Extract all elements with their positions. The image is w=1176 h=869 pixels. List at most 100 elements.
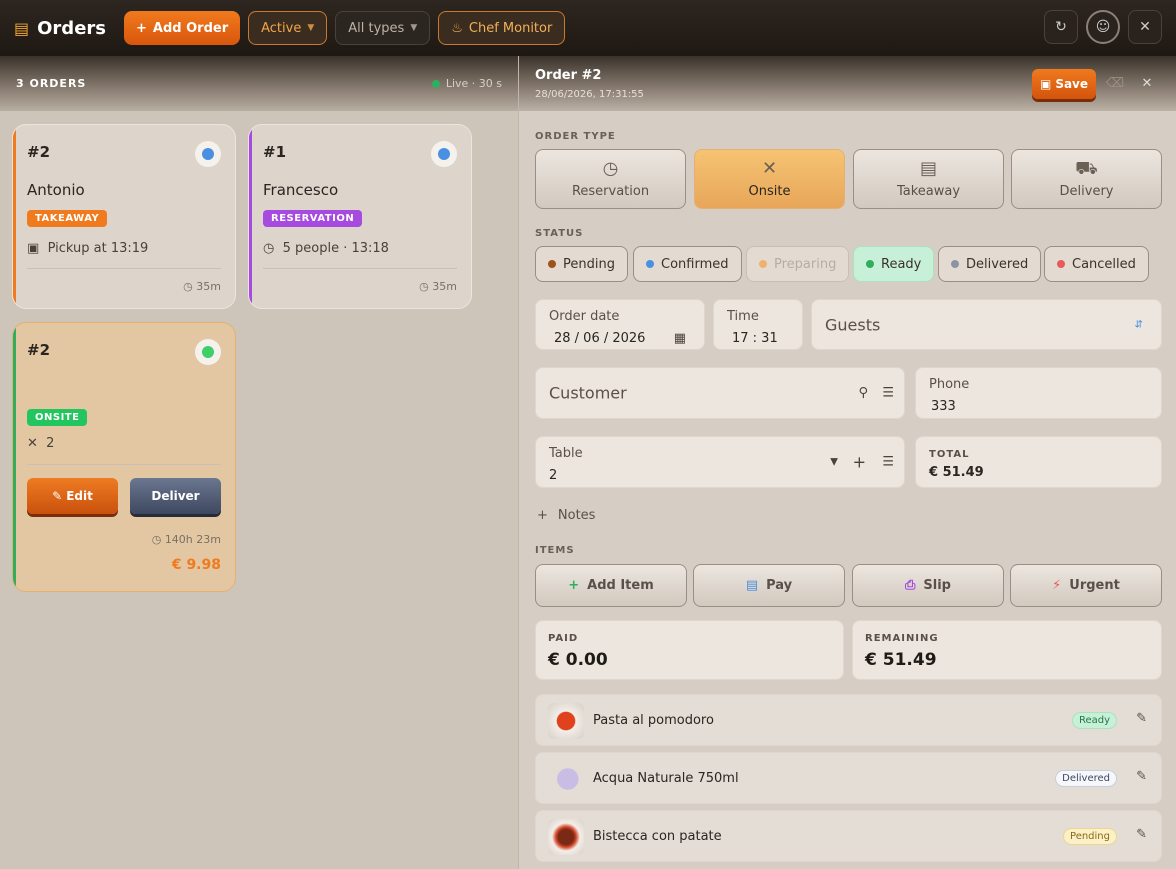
slip-button[interactable]: ⎙ Slip — [852, 564, 1004, 607]
type-reservation[interactable]: ◷ Reservation — [535, 149, 686, 209]
lightning-icon: ⚡ — [1052, 578, 1062, 593]
bag-icon: ▣ — [27, 241, 40, 256]
status-dot — [866, 260, 874, 268]
elapsed-time-text: 35m — [432, 280, 457, 293]
order-title: Order #2 — [535, 68, 602, 83]
customer-field[interactable]: Customer ⚲ ☰ — [535, 367, 905, 419]
type-filter-label: All types — [348, 20, 405, 36]
refresh-icon[interactable]: ↻ — [1044, 10, 1078, 44]
type-label: Takeaway — [896, 183, 961, 199]
status-indicator — [195, 339, 221, 365]
elapsed-time: ◷ 35m — [419, 280, 457, 293]
order-datetime: 28/06/2026, 17:31:55 — [535, 89, 644, 100]
type-badge: TAKEAWAY — [27, 210, 108, 227]
chevron-down-icon: ▼ — [410, 23, 418, 33]
updown-icon: ⇵ — [1134, 319, 1143, 330]
utensils-icon: ✕ — [761, 157, 778, 179]
calendar-clock-icon: ◷ — [602, 157, 619, 179]
status-label: Ready — [881, 256, 922, 272]
item-status-badge: Ready — [1071, 712, 1117, 729]
table-select[interactable]: Table 2 ▼ + ☰ — [535, 436, 905, 488]
status-delivered[interactable]: Delivered — [938, 246, 1042, 282]
app-title: Orders — [37, 17, 106, 39]
paid-label: PAID — [548, 633, 579, 644]
order-number: #1 — [263, 143, 287, 161]
plus-icon: + — [537, 508, 548, 523]
notes-toggle[interactable]: + Notes — [537, 508, 595, 523]
close-icon[interactable]: ✕ — [1134, 70, 1160, 96]
status-cancelled[interactable]: Cancelled — [1044, 246, 1149, 282]
calendar-clock-icon: ◷ — [263, 241, 275, 256]
status-confirmed[interactable]: Confirmed — [633, 246, 742, 282]
pencil-icon[interactable]: ✎ — [1136, 769, 1147, 784]
type-label: Delivery — [1059, 183, 1114, 199]
pencil-icon[interactable]: ✎ — [1136, 711, 1147, 726]
chef-monitor-label: Chef Monitor — [468, 20, 553, 36]
remaining-value: € 51.49 — [865, 650, 937, 670]
item-status-badge: Pending — [1063, 828, 1117, 845]
meta-text: 2 — [46, 436, 55, 451]
status-preparing[interactable]: Preparing — [746, 246, 850, 282]
status-filter-dropdown[interactable]: Active ▼ — [248, 11, 328, 45]
clock-icon: ◷ — [151, 533, 162, 546]
card-meta: ✕ 2 — [27, 436, 54, 451]
trash-icon[interactable]: ⌫ — [1102, 70, 1128, 96]
time-field[interactable]: Time 17 : 31 — [713, 299, 803, 350]
chevron-down-icon: ▼ — [830, 456, 838, 468]
calendar-icon[interactable]: ▦ — [674, 331, 686, 346]
status-filter-label: Active — [261, 20, 302, 36]
notes-label: Notes — [557, 508, 596, 523]
status-label: Pending — [563, 256, 615, 272]
customer-name: Francesco — [263, 181, 339, 199]
remaining-box: REMAINING € 51.49 — [852, 620, 1162, 680]
urgent-button[interactable]: ⚡ Urgent — [1010, 564, 1162, 607]
type-filter-dropdown[interactable]: All types ▼ — [335, 11, 431, 45]
pay-button[interactable]: ▤ Pay — [693, 564, 845, 607]
order-item[interactable]: Bistecca con patate Pending ✎ — [535, 810, 1162, 862]
sliders-icon[interactable]: ☰ — [882, 455, 894, 470]
status-heading: STATUS — [535, 228, 584, 239]
guests-select[interactable]: Guests ⇵ — [811, 299, 1162, 350]
app-brand: ▤ Orders — [14, 18, 106, 39]
chef-monitor-button[interactable]: ♨ Chef Monitor — [438, 11, 566, 45]
elapsed-time-text: 35m — [196, 280, 221, 293]
deliver-button[interactable]: Deliver — [130, 478, 221, 514]
order-card[interactable]: #1 Francesco RESERVATION ◷ 5 people · 13… — [248, 124, 472, 309]
status-ready[interactable]: Ready — [853, 246, 935, 282]
search-icon[interactable]: ⚲ — [858, 386, 868, 401]
edit-label: Edit — [66, 489, 93, 503]
type-label: Reservation — [571, 183, 650, 199]
order-item[interactable]: Acqua Naturale 750ml Delivered ✎ — [535, 752, 1162, 804]
edit-button[interactable]: ✎ Edit — [27, 478, 118, 514]
total-label: TOTAL — [929, 449, 970, 460]
type-delivery[interactable]: ⛟ Delivery — [1011, 149, 1162, 209]
type-takeaway[interactable]: ▤ Takeaway — [853, 149, 1004, 209]
user-icon[interactable]: ☺ — [1086, 10, 1120, 44]
order-card-selected[interactable]: #2 ONSITE ✕ 2 ✎ Edit Deliver ◷ 140h 23m €… — [12, 322, 236, 592]
order-number: #2 — [27, 143, 51, 161]
add-item-button[interactable]: + Add Item — [535, 564, 687, 607]
phone-field[interactable]: Phone 333 — [915, 367, 1162, 419]
card-type-bar — [13, 323, 16, 591]
table-value: 2 — [549, 468, 558, 483]
customer-placeholder: Customer — [549, 383, 627, 403]
order-type-heading: ORDER TYPE — [535, 131, 616, 142]
paid-value: € 0.00 — [548, 650, 608, 670]
plus-icon[interactable]: + — [853, 453, 866, 472]
credit-card-icon: ▤ — [745, 578, 759, 593]
type-onsite[interactable]: ✕ Onsite — [694, 149, 845, 209]
save-button[interactable]: ▣ Save — [1032, 69, 1096, 99]
close-icon[interactable]: ✕ — [1128, 10, 1162, 44]
status-pending[interactable]: Pending — [535, 246, 628, 282]
sliders-icon[interactable]: ☰ — [882, 386, 894, 401]
order-card[interactable]: #2 Antonio TAKEAWAY ▣ Pickup at 13:19 ◷ … — [12, 124, 236, 309]
order-date-field[interactable]: Order date 28 / 06 / 2026 ▦ — [535, 299, 705, 350]
total-field: TOTAL € 51.49 — [915, 436, 1162, 488]
meta-text: Pickup at 13:19 — [47, 241, 149, 256]
add-order-button[interactable]: + Add Order — [124, 11, 241, 45]
pencil-icon[interactable]: ✎ — [1136, 827, 1147, 842]
item-name: Bistecca con patate — [593, 829, 722, 844]
item-name: Pasta al pomodoro — [593, 713, 714, 728]
truck-icon: ⛟ — [1075, 157, 1098, 179]
order-item[interactable]: Pasta al pomodoro Ready ✎ — [535, 694, 1162, 746]
